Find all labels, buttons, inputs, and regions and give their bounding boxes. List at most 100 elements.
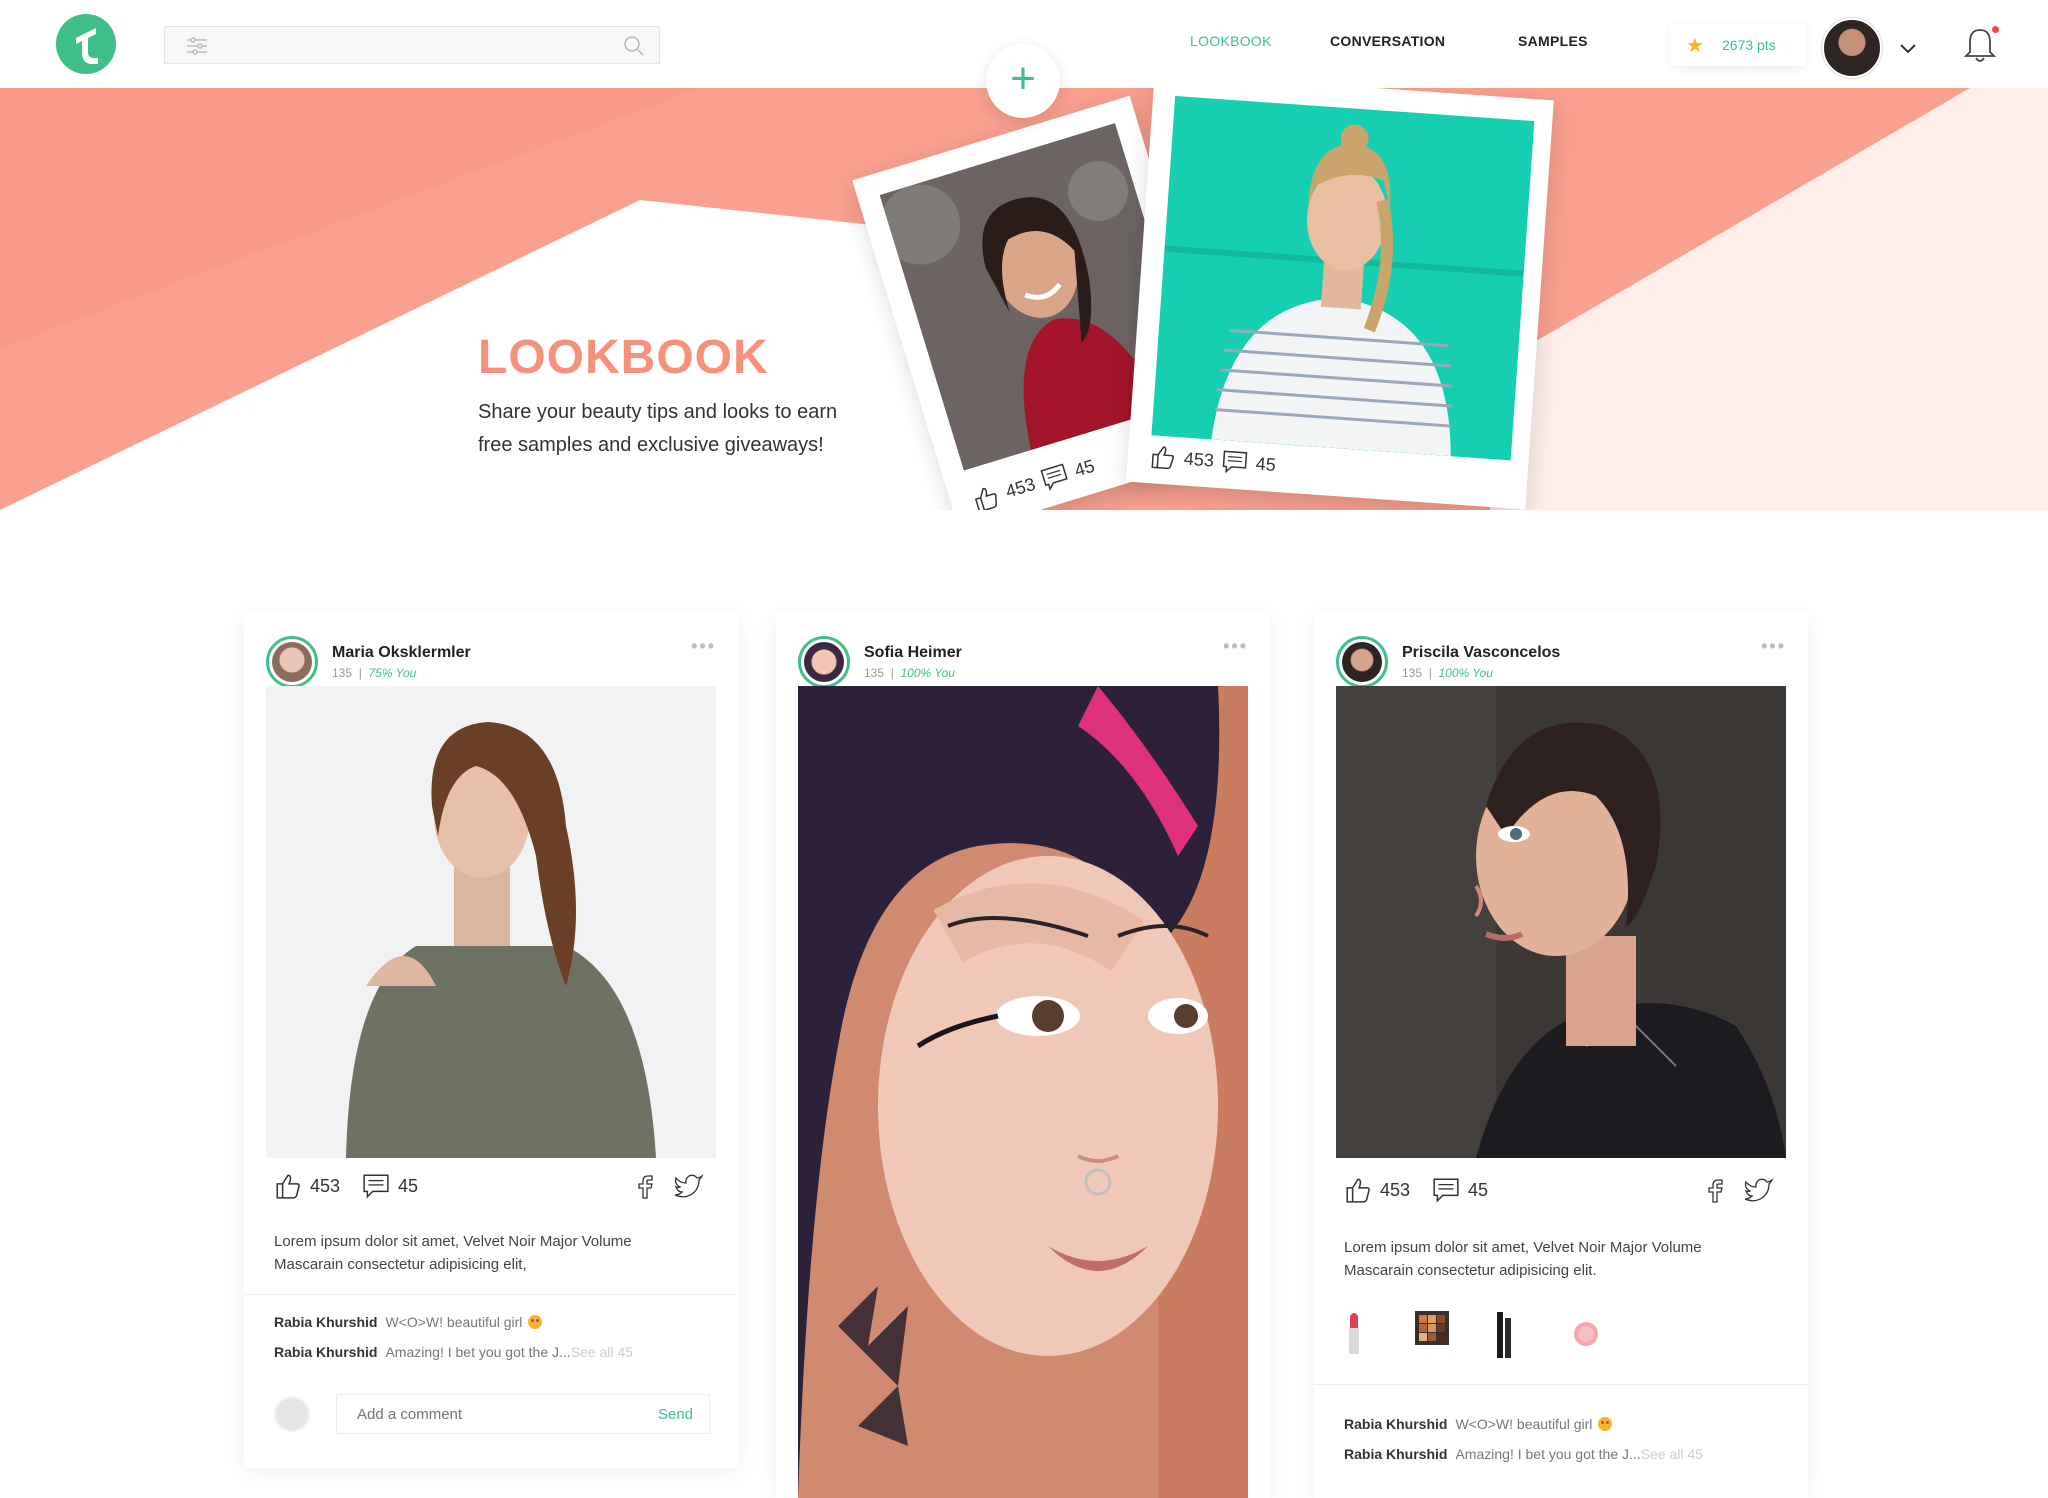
comment-count: 45: [398, 1175, 419, 1196]
more-options-icon[interactable]: •••: [1761, 636, 1786, 657]
heart-eyes-emoji-icon: [528, 1315, 543, 1329]
send-button[interactable]: Send: [658, 1406, 693, 1423]
filter-icon[interactable]: [185, 36, 209, 56]
thumbs-up-icon[interactable]: [1149, 443, 1177, 471]
thumbs-up-icon[interactable]: [970, 482, 1002, 510]
thumbs-up-icon[interactable]: [274, 1172, 302, 1200]
featured-stats-2: 453 45: [1149, 443, 1277, 478]
facebook-icon[interactable]: [636, 1172, 654, 1200]
eyeshadow-palette-icon[interactable]: [1414, 1310, 1450, 1346]
comment-icon[interactable]: [1039, 461, 1071, 493]
see-all-link[interactable]: See all 45: [1641, 1446, 1703, 1462]
card-actions: 453 45: [274, 1172, 704, 1204]
divider: [1314, 1384, 1808, 1385]
comment-count: 45: [1468, 1179, 1489, 1200]
card-header: Maria Oksklermler 135 | 75% You •••: [266, 624, 716, 688]
comment-text: Amazing! I bet you got the J...: [1455, 1446, 1641, 1462]
hero-subtitle-line-1: Share your beauty tips and looks to earn: [478, 401, 838, 423]
post-photo[interactable]: [1336, 686, 1786, 1158]
post-photo[interactable]: [266, 686, 716, 1158]
comment-box[interactable]: Send: [336, 1394, 710, 1434]
author-meta: 135 | 100% You: [864, 666, 955, 680]
author-meta: 135 | 75% You: [332, 666, 417, 680]
comment-row: Rabia Khurshid W<O>W! beautiful girl: [274, 1314, 714, 1330]
see-all-link[interactable]: See all 45: [571, 1344, 633, 1360]
divider: [244, 1294, 738, 1295]
comment-text: W<O>W! beautiful girl: [1455, 1416, 1593, 1432]
author-match: 100% You: [900, 666, 955, 680]
comment-icon[interactable]: [1432, 1176, 1460, 1204]
like-count: 453: [1003, 473, 1038, 502]
twitter-icon[interactable]: [1744, 1176, 1774, 1202]
featured-photo-2: [1151, 96, 1535, 461]
chevron-down-icon[interactable]: [1898, 40, 1918, 56]
search-input[interactable]: [225, 27, 585, 63]
card-header: Sofia Heimer 135 | 100% You •••: [798, 624, 1248, 688]
author-meta: 135 | 100% You: [1402, 666, 1493, 680]
more-options-icon[interactable]: •••: [1223, 636, 1248, 657]
comment-count: 45: [1071, 455, 1097, 481]
card-header: Priscila Vasconcelos 135 | 100% You •••: [1336, 624, 1786, 688]
author-name[interactable]: Sofia Heimer: [864, 644, 962, 662]
lipstick-product-icon[interactable]: [1344, 1310, 1364, 1356]
comment-user[interactable]: Rabia Khurshid: [274, 1314, 377, 1330]
card-actions: 453 45: [1344, 1176, 1774, 1208]
hero-subtitle: Share your beauty tips and looks to earn…: [478, 396, 918, 462]
post-card: Sofia Heimer 135 | 100% You •••: [776, 612, 1270, 1498]
comment-user[interactable]: Rabia Khurshid: [1344, 1416, 1447, 1432]
author-avatar[interactable]: [798, 636, 850, 688]
comment-input[interactable]: [357, 1395, 617, 1433]
notification-dot: [1992, 26, 1999, 33]
current-user-avatar: [274, 1396, 310, 1432]
comment-user[interactable]: Rabia Khurshid: [1344, 1446, 1447, 1462]
featured-polaroid-2[interactable]: 453 45: [1126, 88, 1554, 510]
comment-user[interactable]: Rabia Khurshid: [274, 1344, 377, 1360]
comment-icon[interactable]: [362, 1172, 390, 1200]
comment-icon[interactable]: [1221, 448, 1249, 476]
twitter-icon[interactable]: [674, 1172, 704, 1198]
author-count: 135: [1402, 666, 1423, 680]
app-logo[interactable]: [56, 14, 116, 74]
post-description: Lorem ipsum dolor sit amet, Velvet Noir …: [1344, 1239, 1702, 1279]
author-avatar[interactable]: [1336, 636, 1388, 688]
search-icon[interactable]: [623, 35, 645, 57]
post-card: Maria Oksklermler 135 | 75% You ••• 453 …: [244, 612, 738, 1468]
like-count: 453: [310, 1175, 341, 1196]
product-list: [1344, 1310, 1644, 1360]
comment-row: Rabia Khurshid W<O>W! beautiful girl: [1344, 1416, 1784, 1432]
points-value: 2673 pts: [1722, 37, 1776, 53]
author-name[interactable]: Maria Oksklermler: [332, 644, 471, 662]
nav-conversation[interactable]: CONVERSATION: [1330, 33, 1445, 49]
plus-icon: +: [1010, 54, 1036, 103]
more-options-icon[interactable]: •••: [691, 636, 716, 657]
author-match: 100% You: [1438, 666, 1493, 680]
hero-subtitle-line-2: free samples and exclusive giveaways!: [478, 434, 824, 456]
add-comment-row: Send: [274, 1394, 714, 1434]
logo-icon: [76, 28, 98, 64]
author-avatar[interactable]: [266, 636, 318, 688]
post-photo[interactable]: [798, 686, 1248, 1498]
like-count: 453: [1183, 448, 1215, 471]
author-count: 135: [332, 666, 353, 680]
star-icon: ★: [1686, 35, 1704, 57]
heart-eyes-emoji-icon: [1598, 1417, 1613, 1431]
add-post-button[interactable]: +: [986, 44, 1060, 118]
comment-row: Rabia Khurshid Amazing! I bet you got the…: [1344, 1446, 1784, 1462]
user-avatar[interactable]: [1822, 18, 1882, 78]
thumbs-up-icon[interactable]: [1344, 1176, 1372, 1204]
points-badge[interactable]: ★ 2673 pts: [1670, 24, 1806, 66]
blush-product-icon[interactable]: [1572, 1320, 1600, 1348]
nav-lookbook[interactable]: LOOKBOOK: [1190, 33, 1272, 49]
author-match: 75% You: [368, 666, 417, 680]
nav-samples[interactable]: SAMPLES: [1518, 33, 1588, 49]
post-card: Priscila Vasconcelos 135 | 100% You ••• …: [1314, 612, 1808, 1498]
mascara-product-icon[interactable]: [1494, 1310, 1514, 1360]
hero-title: LOOKBOOK: [478, 331, 769, 384]
facebook-icon[interactable]: [1706, 1176, 1724, 1204]
search-bar[interactable]: [164, 26, 660, 64]
comment-text: W<O>W! beautiful girl: [385, 1314, 523, 1330]
author-count: 135: [864, 666, 885, 680]
author-name[interactable]: Priscila Vasconcelos: [1402, 644, 1560, 662]
comment-count: 45: [1255, 453, 1277, 475]
post-description: Lorem ipsum dolor sit amet, Velvet Noir …: [274, 1233, 632, 1273]
